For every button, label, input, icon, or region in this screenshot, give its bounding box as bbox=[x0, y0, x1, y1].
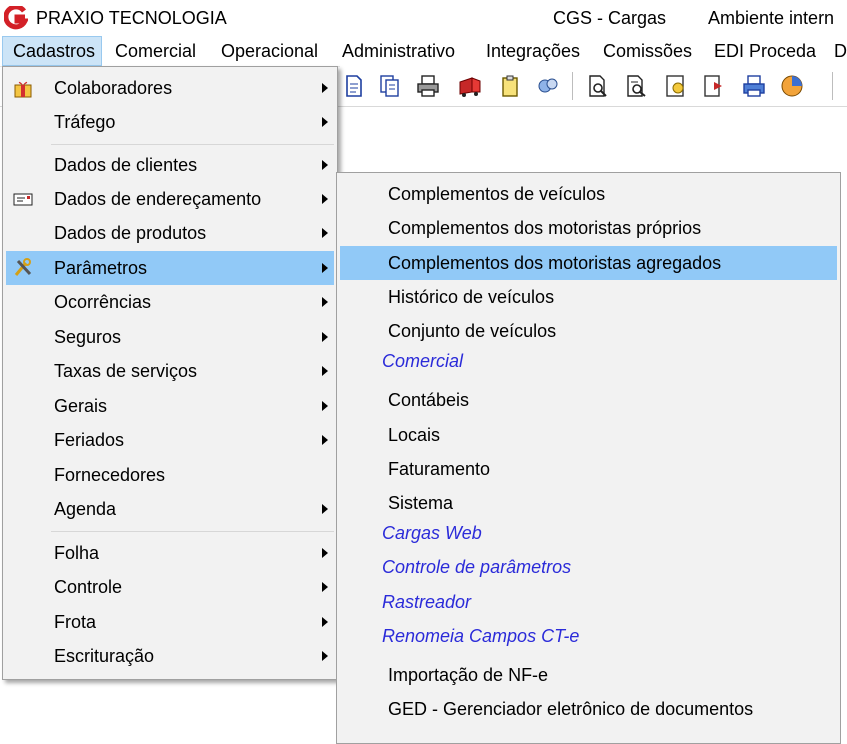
submenu-group-controle-parametros[interactable]: Controle de parâmetros bbox=[382, 557, 571, 578]
toolbar-separator bbox=[572, 72, 573, 100]
submenu-arrow-icon bbox=[322, 617, 328, 627]
menu-item-escrituracao[interactable]: Escrituração bbox=[6, 639, 334, 673]
submenu-arrow-icon bbox=[322, 401, 328, 411]
export-icon[interactable] bbox=[702, 74, 726, 98]
submenu-arrow-icon bbox=[322, 366, 328, 376]
menu-item-trafego[interactable]: Tráfego bbox=[6, 105, 334, 139]
submenu-item-sistema[interactable]: Sistema bbox=[340, 486, 837, 520]
truck-icon[interactable] bbox=[458, 74, 482, 98]
submenu-arrow-icon bbox=[322, 83, 328, 93]
menu-separator bbox=[51, 531, 334, 532]
menu-operacional[interactable]: Operacional bbox=[221, 36, 318, 66]
menu-item-agenda[interactable]: Agenda bbox=[6, 492, 334, 526]
submenu-arrow-icon bbox=[322, 117, 328, 127]
document-icon[interactable] bbox=[342, 74, 366, 98]
module-name: CGS - Cargas bbox=[553, 8, 667, 28]
menu-item-seguros[interactable]: Seguros bbox=[6, 320, 334, 354]
submenu-arrow-icon bbox=[322, 504, 328, 514]
submenu-arrow-icon bbox=[322, 228, 328, 238]
submenu-item-historico-veiculos[interactable]: Histórico de veículos bbox=[340, 280, 837, 314]
submenu-arrow-icon bbox=[322, 297, 328, 307]
submenu-arrow-icon bbox=[322, 263, 328, 273]
menu-item-controle[interactable]: Controle bbox=[6, 570, 334, 604]
preview-icon[interactable] bbox=[586, 74, 610, 98]
submenu-arrow-icon bbox=[322, 582, 328, 592]
report-search-icon[interactable] bbox=[624, 74, 648, 98]
menu-administrativo[interactable]: Administrativo bbox=[342, 36, 455, 66]
environment-label: Ambiente intern bbox=[708, 8, 835, 28]
parametros-submenu: Complementos de veículos Complementos do… bbox=[336, 172, 841, 744]
submenu-group-comercial[interactable]: Comercial bbox=[382, 351, 463, 372]
toolbar bbox=[340, 66, 847, 106]
title-bar: PRAXIO TECNOLOGIA CGS - Cargas Ambiente … bbox=[0, 0, 847, 36]
certificate-icon[interactable] bbox=[664, 74, 688, 98]
menu-item-gerais[interactable]: Gerais bbox=[6, 389, 334, 423]
submenu-item-contabeis[interactable]: Contábeis bbox=[340, 383, 837, 417]
app-title: PRAXIO TECNOLOGIA bbox=[36, 8, 227, 28]
cadastros-menu: Colaboradores Tráfego Dados de clientes … bbox=[2, 66, 338, 680]
submenu-group-cargas-web[interactable]: Cargas Web bbox=[382, 523, 482, 544]
submenu-item-ged[interactable]: GED - Gerenciador eletrônico de document… bbox=[340, 692, 837, 726]
praxio-logo-icon bbox=[4, 6, 28, 30]
submenu-item-importacao-nfe[interactable]: Importação de NF-e bbox=[340, 658, 837, 692]
submenu-item-complementos-veiculos[interactable]: Complementos de veículos bbox=[340, 177, 837, 211]
print-icon[interactable] bbox=[742, 74, 766, 98]
menu-item-dados-clientes[interactable]: Dados de clientes bbox=[6, 148, 334, 182]
network-icon[interactable] bbox=[536, 74, 560, 98]
menu-edi-proceda[interactable]: EDI Proceda bbox=[714, 36, 816, 66]
toolbar-separator bbox=[832, 72, 833, 100]
submenu-group-renomeia-campos-cte[interactable]: Renomeia Campos CT-e bbox=[382, 626, 579, 647]
menu-item-frota[interactable]: Frota bbox=[6, 605, 334, 639]
menu-item-dados-enderecamento[interactable]: Dados de endereçamento bbox=[6, 182, 334, 216]
submenu-group-rastreador[interactable]: Rastreador bbox=[382, 592, 471, 613]
documents-icon[interactable] bbox=[378, 74, 402, 98]
submenu-arrow-icon bbox=[322, 651, 328, 661]
submenu-item-faturamento[interactable]: Faturamento bbox=[340, 452, 837, 486]
submenu-arrow-icon bbox=[322, 160, 328, 170]
menu-cadastros[interactable]: Cadastros bbox=[2, 36, 102, 66]
menu-comissoes[interactable]: Comissões bbox=[603, 36, 692, 66]
tools-icon bbox=[14, 258, 32, 276]
menu-item-folha[interactable]: Folha bbox=[6, 536, 334, 570]
menu-item-colaboradores[interactable]: Colaboradores bbox=[6, 71, 334, 105]
menu-integracoes[interactable]: Integrações bbox=[486, 36, 580, 66]
menu-item-ocorrencias[interactable]: Ocorrências bbox=[6, 285, 334, 319]
printer-icon[interactable] bbox=[416, 74, 440, 98]
menu-bar: Cadastros Comercial Operacional Administ… bbox=[0, 36, 847, 67]
menu-separator bbox=[51, 144, 334, 145]
submenu-item-complementos-motoristas-proprios[interactable]: Complementos dos motoristas próprios bbox=[340, 211, 837, 245]
submenu-item-complementos-motoristas-agregados[interactable]: Complementos dos motoristas agregados bbox=[340, 246, 837, 280]
submenu-item-locais[interactable]: Locais bbox=[340, 418, 837, 452]
submenu-arrow-icon bbox=[322, 332, 328, 342]
pie-chart-icon[interactable] bbox=[780, 74, 804, 98]
submenu-arrow-icon bbox=[322, 194, 328, 204]
submenu-item-conjunto-veiculos[interactable]: Conjunto de veículos bbox=[340, 314, 837, 348]
menu-comercial[interactable]: Comercial bbox=[115, 36, 196, 66]
menu-item-dados-produtos[interactable]: Dados de produtos bbox=[6, 216, 334, 250]
envelope-icon bbox=[13, 193, 33, 206]
clipboard-icon[interactable] bbox=[498, 74, 522, 98]
submenu-arrow-icon bbox=[322, 435, 328, 445]
gift-icon bbox=[14, 81, 32, 98]
submenu-arrow-icon bbox=[322, 548, 328, 558]
menu-item-feriados[interactable]: Feriados bbox=[6, 423, 334, 457]
menu-item-parametros[interactable]: Parâmetros bbox=[6, 251, 334, 285]
menu-item-fornecedores[interactable]: Fornecedores bbox=[6, 458, 334, 492]
menu-more[interactable]: D bbox=[834, 36, 847, 66]
menu-item-taxas-servicos[interactable]: Taxas de serviços bbox=[6, 354, 334, 388]
